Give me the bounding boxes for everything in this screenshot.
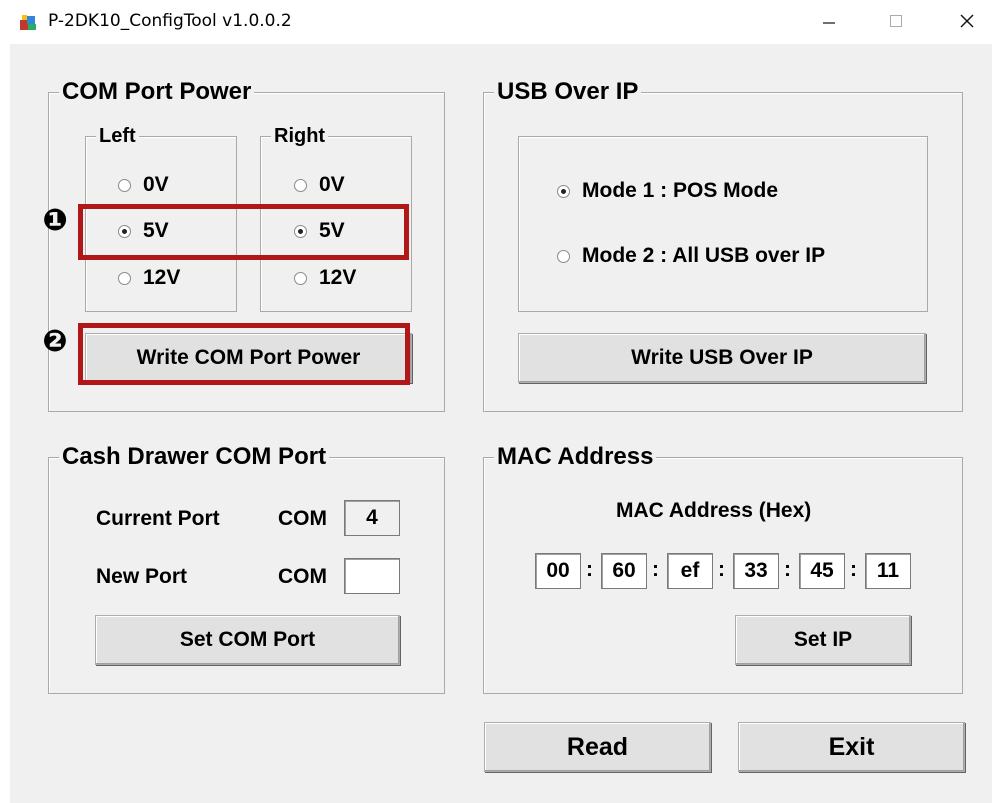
close-icon <box>960 14 974 28</box>
mac-separator: : <box>652 558 659 581</box>
mac-octet-4[interactable]: 33 <box>733 553 779 589</box>
mac-octet-1[interactable]: 00 <box>535 553 581 589</box>
maximize-button[interactable] <box>873 6 919 36</box>
current-port-com-prefix: COM <box>278 507 327 530</box>
window-title: P-2DK10_ConfigTool v1.0.0.2 <box>48 11 292 31</box>
radio-indicator <box>557 184 570 198</box>
set-ip-button[interactable]: Set IP <box>735 615 911 665</box>
usb-over-ip-group: USB Over IP Mode 1 : POS Mode Mode 2 : A… <box>483 78 963 412</box>
left-12v-radio[interactable]: 12V <box>118 266 180 290</box>
usb-mode-box: Mode 1 : POS Mode Mode 2 : All USB over … <box>518 136 928 312</box>
right-12v-radio[interactable]: 12V <box>294 266 356 290</box>
mac-octet-5[interactable]: 45 <box>799 553 845 589</box>
cash-drawer-title: Cash Drawer COM Port <box>59 443 330 471</box>
left-0v-radio[interactable]: 0V <box>118 173 169 197</box>
new-port-com-prefix: COM <box>278 565 327 588</box>
radio-label: Mode 1 : POS Mode <box>582 179 779 202</box>
radio-indicator <box>294 178 307 192</box>
mode-1-radio[interactable]: Mode 1 : POS Mode <box>557 179 778 203</box>
mac-octet-2[interactable]: 60 <box>601 553 647 589</box>
mac-separator: : <box>718 558 725 581</box>
radio-label: 12V <box>319 266 357 289</box>
mac-separator: : <box>850 558 857 581</box>
radio-indicator <box>118 271 131 285</box>
mac-octet-6[interactable]: 11 <box>865 553 911 589</box>
mac-octet-3[interactable]: ef <box>667 553 713 589</box>
radio-label: 0V <box>143 173 169 196</box>
maximize-icon <box>890 15 902 27</box>
radio-label: Mode 2 : All USB over IP <box>582 244 826 267</box>
left-subgroup-title: Left <box>96 125 139 147</box>
set-com-port-button[interactable]: Set COM Port <box>95 615 400 665</box>
highlight-5v-row <box>78 204 409 260</box>
highlight-write-button <box>78 323 410 385</box>
read-button[interactable]: Read <box>484 722 711 772</box>
right-subgroup-title: Right <box>271 125 329 147</box>
mode-2-radio[interactable]: Mode 2 : All USB over IP <box>557 244 825 268</box>
radio-label: 12V <box>143 266 181 289</box>
write-usb-over-ip-button[interactable]: Write USB Over IP <box>518 333 926 383</box>
app-icon <box>20 15 36 30</box>
cash-drawer-group: Cash Drawer COM Port Current Port COM 4 … <box>48 443 445 694</box>
mac-address-group: MAC Address MAC Address (Hex) 00 : 60 : … <box>483 443 963 694</box>
minimize-button[interactable] <box>806 6 852 36</box>
step-marker-2: ❷ <box>42 324 68 358</box>
current-port-field: 4 <box>344 500 400 536</box>
current-port-label: Current Port <box>96 507 220 530</box>
usb-over-ip-title: USB Over IP <box>494 78 642 106</box>
minimize-icon <box>823 22 835 24</box>
title-bar: P-2DK10_ConfigTool v1.0.0.2 <box>0 0 992 44</box>
mac-separator: : <box>784 558 791 581</box>
mac-address-title: MAC Address <box>494 443 657 471</box>
step-marker-1: ❶ <box>42 203 68 237</box>
close-button[interactable] <box>944 6 990 36</box>
radio-indicator <box>557 249 570 263</box>
right-0v-radio[interactable]: 0V <box>294 173 345 197</box>
mac-separator: : <box>586 558 593 581</box>
radio-indicator <box>294 271 307 285</box>
new-port-input[interactable] <box>344 558 400 594</box>
radio-label: 0V <box>319 173 345 196</box>
com-port-power-title: COM Port Power <box>59 78 255 106</box>
mac-address-subtitle: MAC Address (Hex) <box>616 499 812 522</box>
radio-indicator <box>118 178 131 192</box>
new-port-label: New Port <box>96 565 188 588</box>
exit-button[interactable]: Exit <box>738 722 965 772</box>
